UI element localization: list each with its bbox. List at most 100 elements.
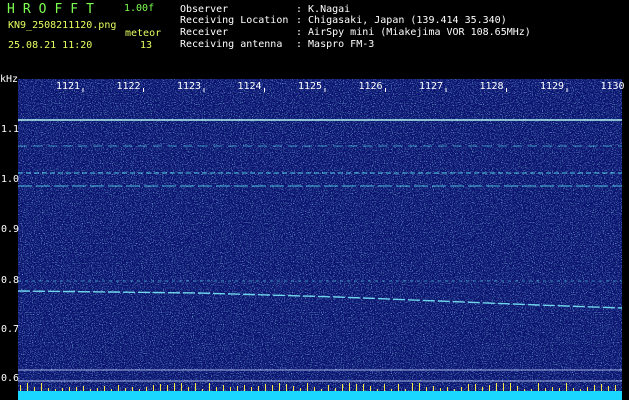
base-spike [97, 388, 98, 391]
base-spike [482, 387, 483, 391]
base-spike [384, 384, 385, 391]
base-spike [132, 387, 133, 391]
base-spike [34, 387, 35, 391]
x-tick-label: 1130 [600, 81, 625, 92]
base-spike [111, 389, 112, 391]
base-spike [314, 387, 315, 391]
base-spike [552, 387, 553, 391]
base-spike [300, 388, 301, 391]
spectrogram-waterfall [18, 79, 622, 400]
x-tick-label: 1127 [419, 81, 444, 92]
base-spike [83, 386, 84, 391]
base-spike [293, 386, 294, 391]
base-spike [41, 383, 42, 391]
base-spike [286, 384, 287, 391]
base-spike [90, 389, 91, 391]
base-spike [601, 384, 602, 391]
base-spike [510, 383, 511, 391]
waterfall-noise [18, 79, 622, 400]
base-spike [356, 384, 357, 391]
x-tick-label: 1126 [358, 81, 383, 92]
base-spike [559, 388, 560, 391]
base-spike [545, 388, 546, 391]
base-spike [209, 383, 210, 391]
base-spike [265, 384, 266, 391]
base-spike [104, 386, 105, 391]
base-spike [524, 389, 525, 391]
base-spike [27, 383, 28, 391]
base-spike [496, 383, 497, 391]
base-spike [76, 387, 77, 391]
base-spike [139, 389, 140, 391]
base-spike [20, 385, 21, 391]
base-spike [321, 389, 322, 391]
base-spike [391, 389, 392, 391]
base-spike [328, 385, 329, 391]
base-spike [349, 383, 350, 391]
base-spike [223, 385, 224, 391]
base-spike [251, 387, 252, 391]
base-spike [125, 388, 126, 391]
base-spike [580, 389, 581, 391]
base-spike [188, 387, 189, 391]
base-spike [412, 383, 413, 391]
base-spike [433, 386, 434, 391]
x-tick-label: 1128 [479, 81, 504, 92]
x-tick-label: 1121 [56, 81, 81, 92]
base-spike [230, 387, 231, 391]
base-spike [594, 385, 595, 391]
base-spike [468, 384, 469, 391]
base-spike [160, 384, 161, 391]
date-time: 25.08.21 11:20 [8, 40, 93, 51]
base-spike [342, 384, 343, 391]
base-spike [573, 388, 574, 391]
y-tick-label: 0.8 [1, 275, 20, 286]
y-axis-unit: kHz [0, 74, 19, 85]
base-spike [167, 385, 168, 391]
base-spike [279, 383, 280, 391]
base-spike [62, 388, 63, 391]
x-tick-label: 1125 [298, 81, 323, 92]
base-spike [216, 387, 217, 391]
y-tick-label: 1.0 [1, 174, 20, 185]
base-spike [440, 388, 441, 391]
x-tick-label: 1129 [540, 81, 565, 92]
base-spike [608, 386, 609, 391]
base-spike [363, 384, 364, 391]
base-spike [69, 387, 70, 391]
base-spike [202, 389, 203, 391]
base-spike [503, 383, 504, 391]
location-label: Receiving Location [180, 15, 289, 26]
hrofft-screen: HROFFT 1.00f KN9_2508211120.png meteor 2… [0, 0, 629, 400]
base-spike [587, 387, 588, 391]
base-spike [370, 386, 371, 391]
base-spike [55, 389, 56, 391]
base-spike [258, 386, 259, 391]
y-tick-label: 0.7 [1, 324, 20, 335]
x-tick-label: 1123 [177, 81, 202, 92]
app-version: 1.00f [124, 3, 155, 14]
base-spike [195, 383, 196, 391]
base-spike [48, 388, 49, 391]
base-spike [615, 385, 616, 391]
receiver-value: : AirSpy mini (Miakejima VOR 108.65MHz) [296, 27, 531, 38]
base-spike [174, 383, 175, 391]
base-spike [566, 383, 567, 391]
base-spike [181, 383, 182, 391]
base-spike [538, 383, 539, 391]
meteor-label: meteor [125, 28, 162, 39]
app-brand: HROFFT [7, 2, 102, 17]
base-spike [307, 383, 308, 391]
base-spike [272, 385, 273, 391]
meteor-count: 13 [140, 40, 153, 51]
base-spike [335, 388, 336, 391]
base-spike [146, 387, 147, 391]
base-spike [489, 385, 490, 391]
base-spike [447, 387, 448, 391]
base-spike [153, 385, 154, 391]
base-spike [237, 386, 238, 391]
base-spike [475, 384, 476, 391]
y-tick-label: 0.9 [1, 224, 20, 235]
x-tick-label: 1124 [237, 81, 262, 92]
base-spike [377, 389, 378, 391]
